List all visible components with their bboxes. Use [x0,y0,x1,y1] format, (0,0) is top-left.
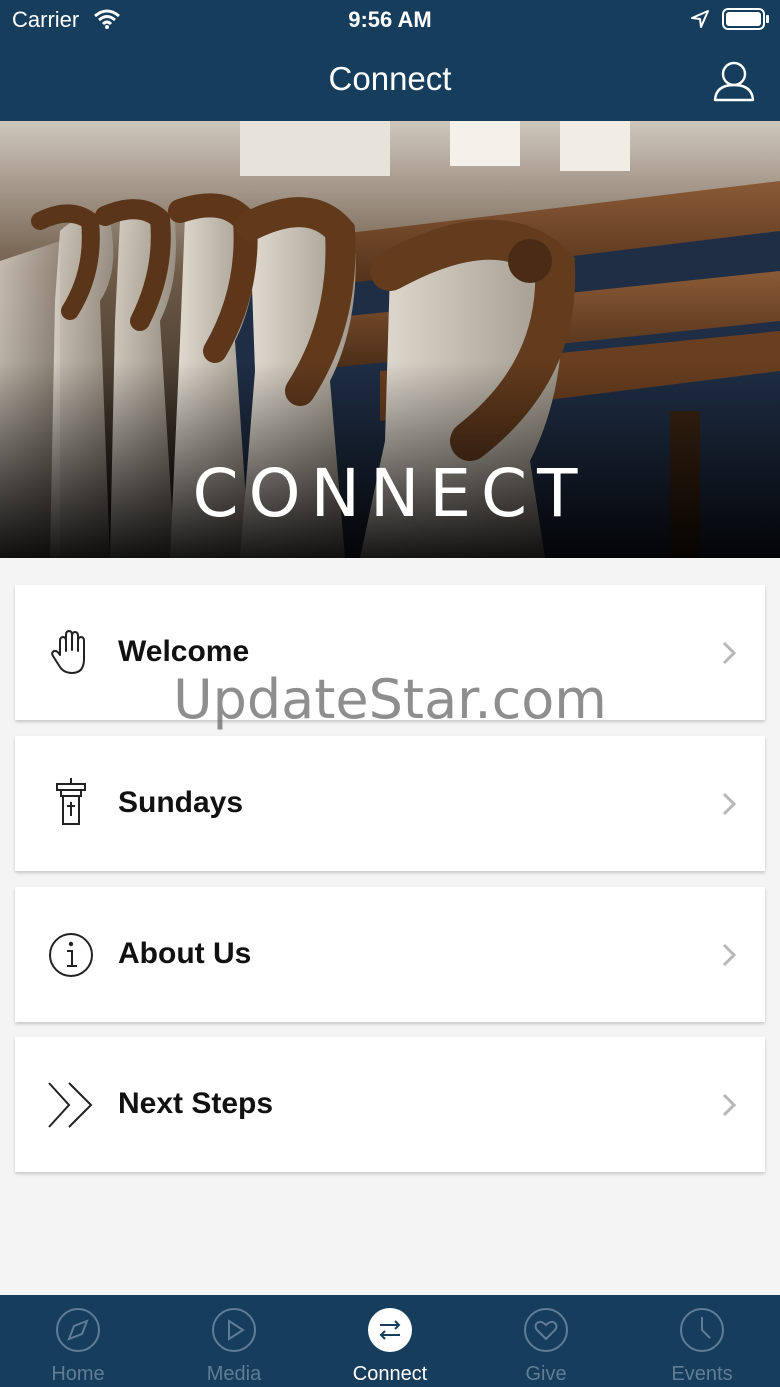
profile-button[interactable] [710,60,758,104]
chevron-right-icon [720,640,738,671]
menu-item-next-steps[interactable]: Next Steps [15,1037,765,1172]
menu-item-welcome[interactable]: Welcome [15,585,765,720]
tab-media[interactable]: Media [156,1295,312,1387]
menu-item-label: Sundays [118,786,244,819]
menu-item-about-us[interactable]: About Us [15,887,765,1022]
location-arrow-icon [690,9,710,34]
tab-label: Home [51,1363,105,1385]
tab-label: Media [206,1363,262,1385]
arrows-exchange-icon [368,1308,412,1352]
menu-item-label: About Us [118,937,252,970]
tab-label: Connect [352,1363,428,1385]
battery-icon [722,8,770,35]
play-icon [212,1308,256,1352]
heart-icon [524,1308,568,1352]
page-title: Connect [328,60,452,97]
top-bar: Carrier 9:56 AM Connect [0,0,780,121]
tab-label: Events [671,1363,733,1385]
tab-bar: Home Media Connect Give Events [0,1295,780,1387]
tab-events[interactable]: Events [624,1295,780,1387]
double-chevron-icon [45,1079,97,1131]
tab-connect[interactable]: Connect [312,1295,468,1387]
menu-item-label: Next Steps [118,1087,274,1120]
hand-icon [45,627,97,679]
clock-icon [680,1308,724,1352]
tab-label: Give [525,1363,567,1385]
menu-item-label: Welcome [118,635,250,668]
compass-icon [56,1308,100,1352]
info-icon [45,929,97,981]
user-icon [713,61,755,102]
chevron-right-icon [720,791,738,822]
tab-give[interactable]: Give [468,1295,624,1387]
tab-home[interactable]: Home [0,1295,156,1387]
status-time: 9:56 AM [348,7,432,32]
hero-title: CONNECT [192,455,588,532]
pulpit-icon [45,778,97,830]
menu-item-sundays[interactable]: Sundays [15,736,765,871]
chevron-right-icon [720,1092,738,1123]
chevron-right-icon [720,942,738,973]
status-bar: Carrier 9:56 AM [0,0,780,40]
